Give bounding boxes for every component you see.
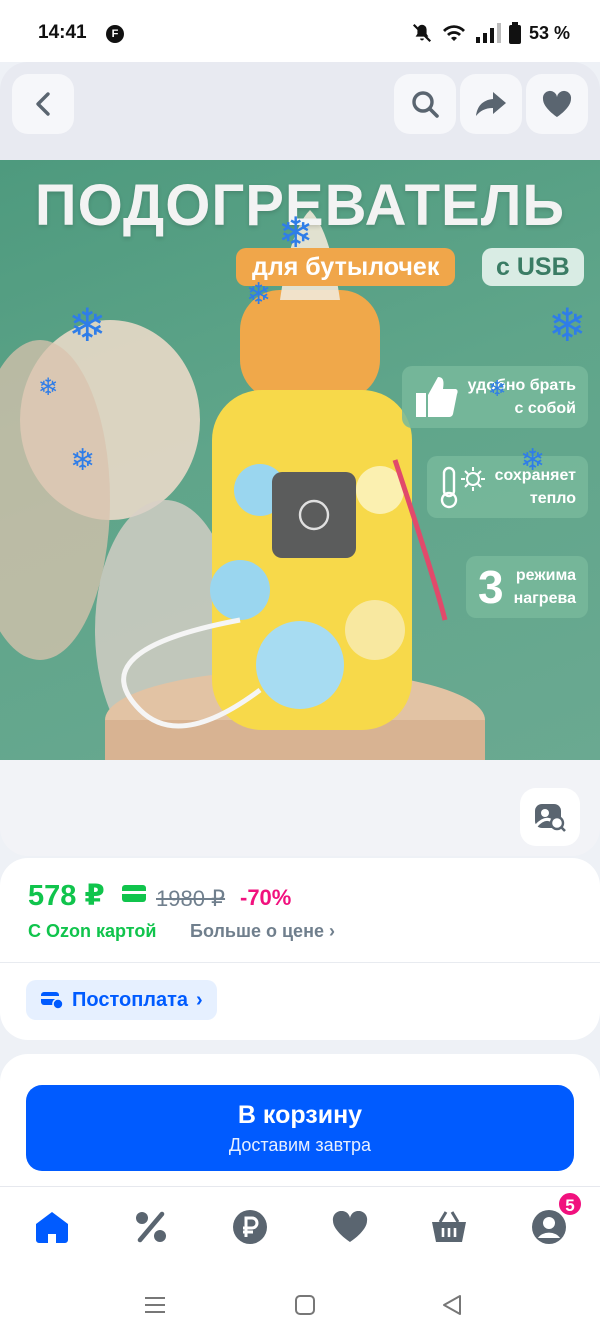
snowflake-icon: ❄ xyxy=(70,444,96,477)
mute-icon xyxy=(412,23,431,43)
snowflake-icon: ❄ xyxy=(548,299,587,351)
card-clock-icon xyxy=(41,992,64,1010)
status-bar: 14:41 F 53 % xyxy=(0,0,600,62)
chevron-right-icon: › xyxy=(328,921,335,941)
heart-icon xyxy=(542,90,572,117)
price-current: 578 ₽ xyxy=(28,880,105,912)
chevron-left-icon xyxy=(36,92,50,116)
back-nav-button[interactable] xyxy=(437,1290,467,1320)
product-top-bar xyxy=(0,62,600,160)
heart-icon xyxy=(332,1211,368,1242)
delivery-label: Доставим завтра xyxy=(228,1135,372,1155)
share-button[interactable] xyxy=(460,74,522,134)
status-time: 14:41 xyxy=(38,22,87,43)
system-nav-bar xyxy=(0,1268,600,1339)
image-search-button[interactable] xyxy=(520,788,580,846)
price-discount: -70% xyxy=(240,885,292,910)
feature-modes: 3 режима нагрева xyxy=(465,556,588,618)
snowflake-icon: ❄ xyxy=(520,444,546,477)
price-card: 578 ₽ 1980 ₽ -70% С Ozon картой Больше о… xyxy=(0,858,600,1040)
feature-keeps-warm-line2: тепло xyxy=(529,490,576,507)
feature-modes-line2: нагрева xyxy=(513,590,576,607)
bottom-tab-bar: 5 xyxy=(0,1186,600,1268)
back-button[interactable] xyxy=(12,74,74,134)
image-usb-badge: с USB xyxy=(482,248,584,286)
feature-portable-line2: с собой xyxy=(514,400,576,417)
notification-icon: F xyxy=(106,25,124,43)
recent-apps-button[interactable] xyxy=(140,1290,170,1320)
snowflake-icon: ❄ xyxy=(488,376,507,401)
ruble-icon xyxy=(233,1210,267,1244)
ozon-card-icon xyxy=(122,885,146,902)
battery-level: 53 % xyxy=(528,22,570,43)
add-to-cart-button[interactable]: В корзину Доставим завтра xyxy=(26,1085,574,1171)
wifi-icon xyxy=(442,25,465,41)
search-icon xyxy=(412,91,439,118)
tab-profile[interactable]: 5 xyxy=(529,1191,583,1247)
battery-icon xyxy=(508,22,521,44)
more-price-label: Больше о цене xyxy=(190,921,324,941)
snowflake-icon: ❄ xyxy=(278,209,314,256)
profile-badge: 5 xyxy=(557,1191,583,1217)
triangle-back-icon xyxy=(443,1295,461,1315)
snowflake-icon: ❄ xyxy=(68,299,107,351)
square-icon xyxy=(295,1295,315,1315)
image-search-icon xyxy=(534,804,566,832)
home-button[interactable] xyxy=(290,1290,320,1320)
signal-icon xyxy=(475,23,501,43)
feature-portable-line1: удобно брать xyxy=(467,377,576,394)
share-icon xyxy=(476,92,506,116)
tab-promo[interactable] xyxy=(131,1207,171,1247)
thumbs-up-icon xyxy=(415,377,458,417)
thermometer-icon xyxy=(440,466,485,509)
image-footer xyxy=(0,760,600,856)
status-indicators: 53 % xyxy=(411,22,570,44)
price-old: 1980 ₽ xyxy=(156,886,226,911)
search-button[interactable] xyxy=(394,74,456,134)
ozon-card-label: С Ozon картой xyxy=(28,921,157,941)
feature-modes-number: 3 xyxy=(477,561,504,613)
percent-icon xyxy=(136,1211,166,1243)
tab-ozon-pay[interactable] xyxy=(230,1207,270,1247)
feature-modes-line1: режима xyxy=(515,567,576,584)
tab-cart[interactable] xyxy=(429,1207,469,1247)
basket-icon xyxy=(432,1211,466,1242)
snowflake-icon: ❄ xyxy=(38,374,59,401)
feature-keeps-warm: сохраняет тепло xyxy=(426,456,588,518)
more-price-link[interactable]: Больше о цене › xyxy=(190,921,335,942)
add-to-cart-label: В корзину xyxy=(237,1101,363,1129)
menu-icon xyxy=(145,1297,165,1313)
chevron-right-icon: › xyxy=(196,988,203,1011)
postpay-button[interactable]: Постоплата › xyxy=(26,980,217,1020)
divider xyxy=(0,962,600,963)
tab-home[interactable] xyxy=(32,1207,72,1247)
home-icon xyxy=(36,1212,68,1243)
snowflake-icon: ❄ xyxy=(246,278,272,311)
tab-favorites[interactable] xyxy=(330,1207,370,1247)
cart-card: В корзину Доставим завтра xyxy=(0,1054,600,1204)
favorite-button[interactable] xyxy=(526,74,588,134)
product-image[interactable]: ПОДОГРЕВАТЕЛЬ для бутылочек с USB удобно… xyxy=(0,160,600,760)
postpay-label: Постоплата xyxy=(72,988,189,1011)
